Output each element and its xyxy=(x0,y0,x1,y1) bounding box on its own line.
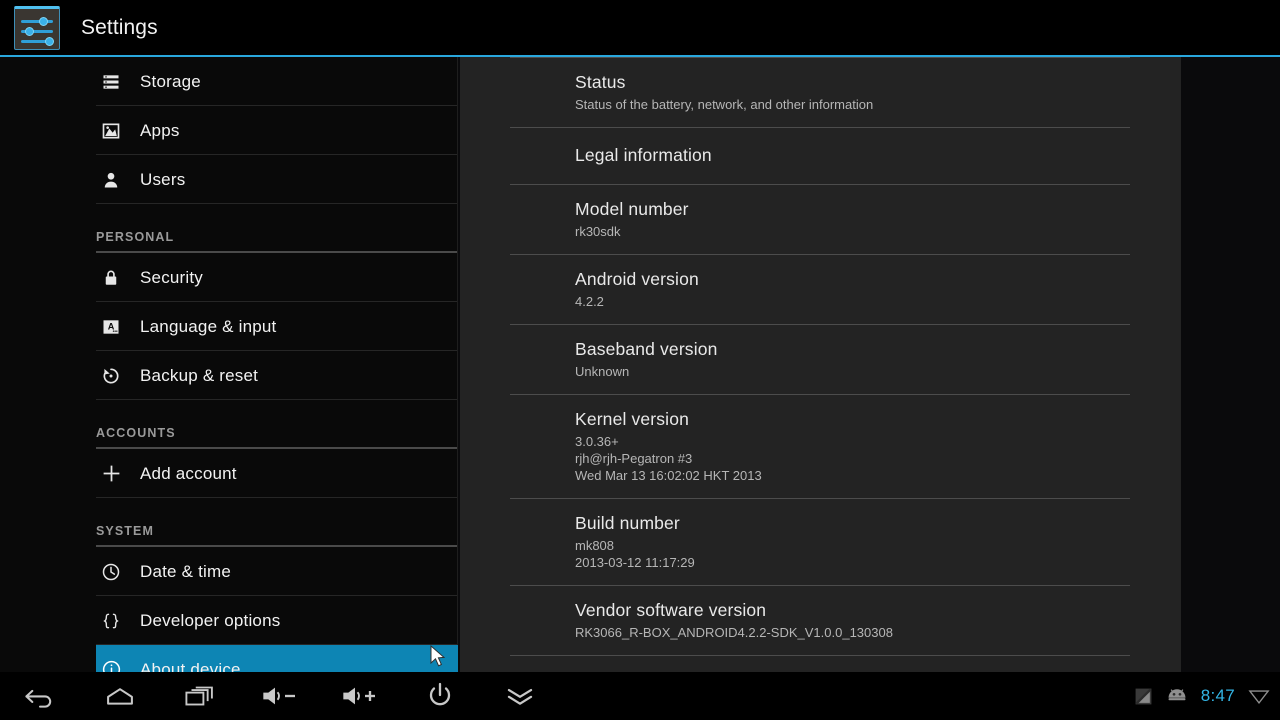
about-row-title: Legal information xyxy=(575,145,712,165)
divider xyxy=(510,184,1130,185)
sidebar-item-users[interactable]: Users xyxy=(96,155,457,204)
sidebar-section-label: SYSTEM xyxy=(96,524,154,538)
sidebar-section-header: ACCOUNTS xyxy=(96,400,457,449)
sidebar-item-developer-options[interactable]: Developer options xyxy=(96,596,457,645)
about-row[interactable]: Android version 4.2.2 xyxy=(510,254,1130,324)
about-row-value: 4.2.2 xyxy=(575,294,604,309)
about-row[interactable]: Legal information xyxy=(510,127,1130,184)
chevron-down-icon[interactable] xyxy=(480,672,560,720)
sidebar-item-language-input[interactable]: A Language & input xyxy=(96,302,457,351)
about-device-list: Status Status of the battery, network, an… xyxy=(460,57,1181,656)
wifi-icon xyxy=(1248,688,1270,705)
system-navigation-bar: 8:47 xyxy=(0,672,1280,720)
about-row-value: rk30sdk xyxy=(575,224,621,239)
about-row-title: Build number xyxy=(575,513,680,533)
about-row-title: Kernel version xyxy=(575,409,689,429)
divider xyxy=(510,127,1130,128)
power-icon[interactable] xyxy=(400,672,480,720)
sidebar-section-label: ACCOUNTS xyxy=(96,426,176,440)
sidebar-item-label: Storage xyxy=(140,71,201,91)
sidebar-item-label: Backup & reset xyxy=(140,365,259,385)
sidebar-item-label: Apps xyxy=(140,120,180,140)
about-row-title: Model number xyxy=(575,199,689,219)
sidebar-item-security[interactable]: Security xyxy=(96,253,457,302)
about-row-value: Status of the battery, network, and othe… xyxy=(575,97,874,112)
svg-text:A: A xyxy=(108,321,115,331)
plus-icon xyxy=(96,463,126,484)
sidebar-item-date-time[interactable]: Date & time xyxy=(96,547,457,596)
status-clock: 8:47 xyxy=(1200,686,1235,705)
settings-sidebar[interactable]: Storage Apps Users PERSONAL Security A La… xyxy=(0,57,458,694)
about-device-panel[interactable]: Status Status of the battery, network, an… xyxy=(460,57,1181,672)
mouse-cursor xyxy=(430,644,446,674)
users-icon xyxy=(96,170,126,190)
sidebar-item-label: Language & input xyxy=(140,316,277,336)
about-row[interactable]: Status Status of the battery, network, an… xyxy=(510,57,1130,127)
storage-icon xyxy=(96,72,126,92)
title-bar: Settings xyxy=(0,0,1280,55)
about-row-value: RK3066_R-BOX_ANDROID4.2.2-SDK_V1.0.0_130… xyxy=(575,625,893,640)
recents-icon[interactable] xyxy=(160,672,240,720)
about-row-value: mk808 2013-03-12 11:17:29 xyxy=(575,538,695,570)
divider xyxy=(510,498,1130,499)
volume-up-icon[interactable] xyxy=(320,672,400,720)
about-row-value: 3.0.36+ rjh@rjh-Pegatron #3 Wed Mar 13 1… xyxy=(575,434,762,483)
apps-icon xyxy=(96,121,126,141)
android-robot-icon xyxy=(1166,688,1188,704)
divider xyxy=(510,254,1130,255)
sidebar-item-label: Users xyxy=(140,169,186,189)
sidebar-section-header: PERSONAL xyxy=(96,204,457,253)
about-row[interactable]: Model number rk30sdk xyxy=(510,184,1130,254)
volume-down-icon[interactable] xyxy=(240,672,320,720)
body-area: Storage Apps Users PERSONAL Security A La… xyxy=(0,57,1280,694)
sidebar-item-apps[interactable]: Apps xyxy=(96,106,457,155)
sidebar-item-label: Security xyxy=(140,267,204,287)
about-row[interactable]: Build number mk808 2013-03-12 11:17:29 xyxy=(510,498,1130,585)
sidebar-item-label: Developer options xyxy=(140,610,281,630)
divider xyxy=(510,324,1130,325)
page-title: Settings xyxy=(81,15,158,39)
divider xyxy=(510,655,1130,656)
sidebar-section-header: SYSTEM xyxy=(96,498,457,547)
divider xyxy=(510,394,1130,395)
divider xyxy=(510,57,1130,58)
back-icon[interactable] xyxy=(0,672,80,720)
settings-sliders-icon xyxy=(14,5,60,50)
about-row-value: Unknown xyxy=(575,364,630,379)
sidebar-item-label: Date & time xyxy=(140,561,232,581)
nav-button-group xyxy=(0,672,560,720)
sidebar-item-backup-reset[interactable]: Backup & reset xyxy=(96,351,457,400)
language-icon: A xyxy=(96,317,126,337)
divider xyxy=(510,585,1130,586)
about-row-title: Vendor software version xyxy=(575,600,767,620)
system-status-area: 8:47 xyxy=(1134,672,1270,720)
about-row[interactable]: Vendor software version RK3066_R-BOX_ANDR… xyxy=(510,585,1130,655)
about-row[interactable]: Kernel version 3.0.36+ rjh@rjh-Pegatron #… xyxy=(510,394,1130,498)
home-icon[interactable] xyxy=(80,672,160,720)
clock-icon xyxy=(96,562,126,582)
sidebar-section-label: PERSONAL xyxy=(96,230,175,244)
settings-screen: Settings Storage Apps Users PERSONAL Secu… xyxy=(0,0,1280,720)
sidebar-list: Storage Apps Users PERSONAL Security A La… xyxy=(0,57,458,694)
sidebar-item-label: Add account xyxy=(140,463,237,483)
backup-icon xyxy=(96,366,126,386)
about-row-title: Status xyxy=(575,72,626,92)
about-row[interactable]: Baseband version Unknown xyxy=(510,324,1130,394)
about-row-title: Baseband version xyxy=(575,339,718,359)
lock-icon xyxy=(96,268,126,288)
no-signal-icon xyxy=(1134,687,1153,706)
sidebar-item-storage[interactable]: Storage xyxy=(96,57,457,106)
about-row-title: Android version xyxy=(575,269,699,289)
sidebar-item-add-account[interactable]: Add account xyxy=(96,449,457,498)
braces-icon xyxy=(96,611,126,631)
